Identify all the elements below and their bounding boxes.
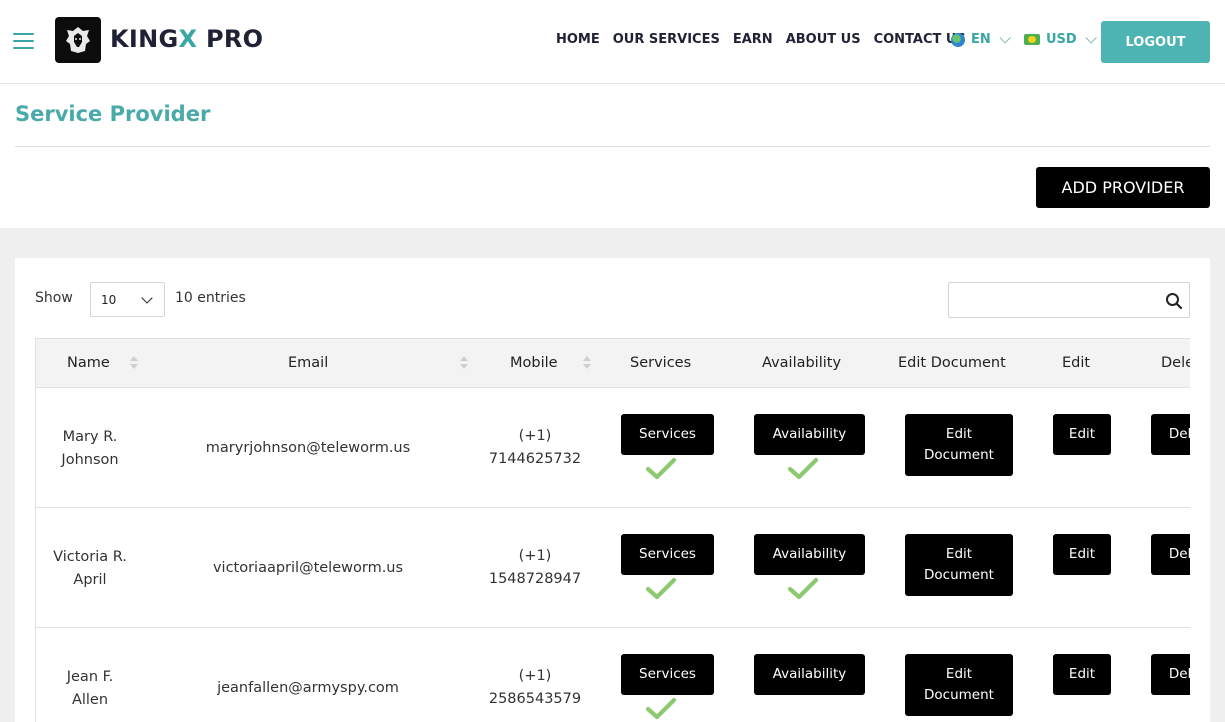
search-box[interactable] — [948, 282, 1190, 318]
currency-value: USD — [1046, 32, 1077, 47]
add-provider-button[interactable]: ADD PROVIDER — [1036, 167, 1210, 208]
lion-logo-icon[interactable] — [55, 17, 101, 63]
search-input[interactable] — [955, 287, 1155, 313]
table-row: Victoria R. April victoriaapril@teleworm.u… — [36, 508, 1190, 628]
page-title: Service Provider — [15, 102, 211, 126]
provider-email: victoriaapril@teleworm.us — [212, 560, 404, 576]
services-button[interactable]: Services — [621, 414, 714, 455]
table-header: Name Email Mobile Services Availability … — [36, 338, 1190, 388]
edit-button[interactable]: Edit — [1053, 534, 1111, 575]
availability-check-icon — [787, 457, 819, 481]
sort-icon[interactable] — [130, 356, 138, 370]
provider-name: Victoria R. April — [53, 549, 127, 588]
services-button[interactable]: Services — [621, 534, 714, 575]
edit-button[interactable]: Edit — [1053, 654, 1111, 695]
chevron-down-icon — [141, 292, 153, 304]
sort-icon[interactable] — [583, 356, 591, 370]
top-header: KINGX PRO HOME OUR SERVICES EARN ABOUT U… — [0, 0, 1225, 84]
main-nav: HOME OUR SERVICES EARN ABOUT US CONTACT … — [556, 32, 979, 47]
brand-name[interactable]: KINGX PRO — [110, 25, 263, 53]
provider-email: jeanfallen@armyspy.com — [217, 680, 399, 696]
availability-button[interactable]: Availability — [754, 534, 865, 575]
table-row: Mary R. Johnson maryrjohnson@teleworm.us (+… — [36, 388, 1190, 508]
language-selector[interactable]: EN — [951, 31, 1011, 47]
delete-button[interactable]: Delete — [1151, 534, 1190, 575]
language-value: EN — [971, 32, 991, 47]
edit-document-button[interactable]: Edit Document — [905, 534, 1013, 596]
currency-selector[interactable]: USD — [1024, 31, 1097, 47]
sort-icon[interactable] — [460, 356, 468, 370]
page-size-value: 10 — [101, 292, 117, 307]
availability-button[interactable]: Availability — [754, 654, 865, 695]
column-header-mobile[interactable]: Mobile — [510, 355, 558, 371]
search-icon[interactable] — [1165, 292, 1183, 310]
provider-mobile: (+1) 1548728947 — [488, 548, 582, 587]
services-check-icon — [645, 577, 677, 601]
column-header-email[interactable]: Email — [288, 355, 328, 371]
column-header-delete: Delete — [1161, 355, 1190, 371]
logout-button[interactable]: LOGOUT — [1101, 21, 1210, 63]
provider-name: Mary R. Johnson — [61, 429, 119, 468]
entries-label: 10 entries — [175, 290, 246, 306]
availability-check-icon — [787, 577, 819, 601]
nav-about-us[interactable]: ABOUT US — [786, 32, 861, 47]
column-header-availability: Availability — [762, 355, 842, 371]
nav-earn[interactable]: EARN — [733, 32, 773, 47]
page-size-select[interactable]: 10 — [90, 282, 165, 317]
table-row: Jean F. Allen jeanfallen@armyspy.com (+1) 25… — [36, 628, 1190, 722]
column-header-services: Services — [630, 355, 692, 371]
services-check-icon — [645, 697, 677, 721]
delete-button[interactable]: Delete — [1151, 414, 1190, 455]
provider-email: maryrjohnson@teleworm.us — [205, 440, 411, 456]
flag-icon — [1024, 34, 1040, 45]
services-button[interactable]: Services — [621, 654, 714, 695]
nav-home[interactable]: HOME — [556, 32, 600, 47]
providers-table: Name Email Mobile Services Availability … — [35, 338, 1190, 722]
hamburger-menu-icon[interactable] — [13, 32, 34, 50]
edit-button[interactable]: Edit — [1053, 414, 1111, 455]
column-header-edit-document: Edit Document — [898, 355, 1006, 371]
chevron-down-icon — [1085, 31, 1097, 44]
edit-document-button[interactable]: Edit Document — [905, 654, 1013, 716]
divider — [15, 146, 1210, 147]
nav-our-services[interactable]: OUR SERVICES — [613, 32, 720, 47]
provider-mobile: (+1) 2586543579 — [488, 668, 582, 707]
column-header-name[interactable]: Name — [67, 355, 110, 371]
delete-button[interactable]: Delete — [1151, 654, 1190, 695]
column-header-edit: Edit — [1062, 355, 1091, 371]
chevron-down-icon — [999, 31, 1011, 44]
availability-button[interactable]: Availability — [754, 414, 865, 455]
globe-icon — [951, 32, 965, 47]
show-label: Show — [35, 290, 73, 306]
provider-mobile: (+1) 7144625732 — [488, 428, 582, 467]
edit-document-button[interactable]: Edit Document — [905, 414, 1013, 476]
provider-name: Jean F. Allen — [66, 669, 114, 708]
services-check-icon — [645, 457, 677, 481]
